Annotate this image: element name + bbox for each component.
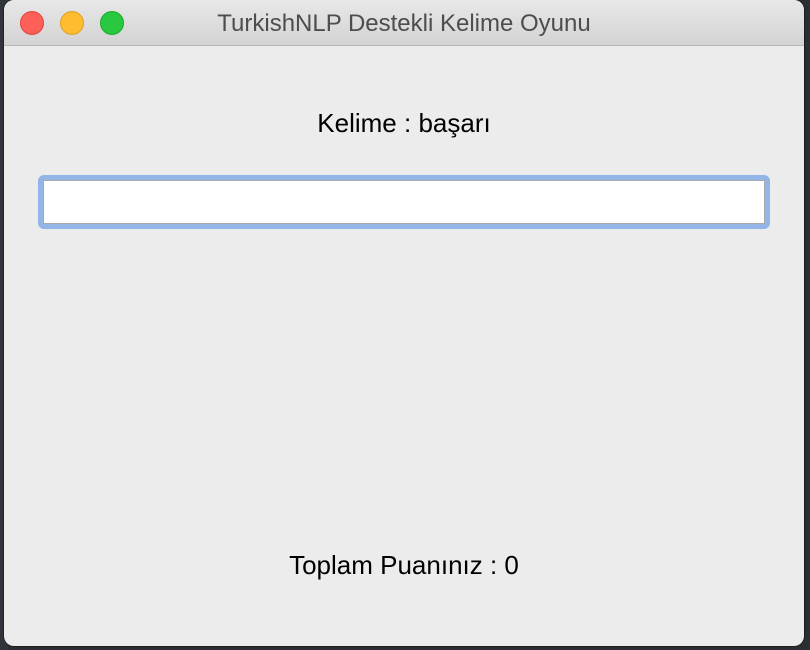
answer-input-container — [38, 175, 770, 229]
total-score-label: Toplam Puanınız : 0 — [289, 550, 519, 580]
answer-input[interactable] — [43, 180, 765, 224]
window-title: TurkishNLP Destekli Kelime Oyunu — [217, 10, 591, 37]
app-window: TurkishNLP Destekli Kelime Oyunu Kelime … — [4, 0, 804, 646]
title-bar: TurkishNLP Destekli Kelime Oyunu — [4, 0, 804, 46]
word-label: Kelime : başarı — [317, 108, 491, 138]
